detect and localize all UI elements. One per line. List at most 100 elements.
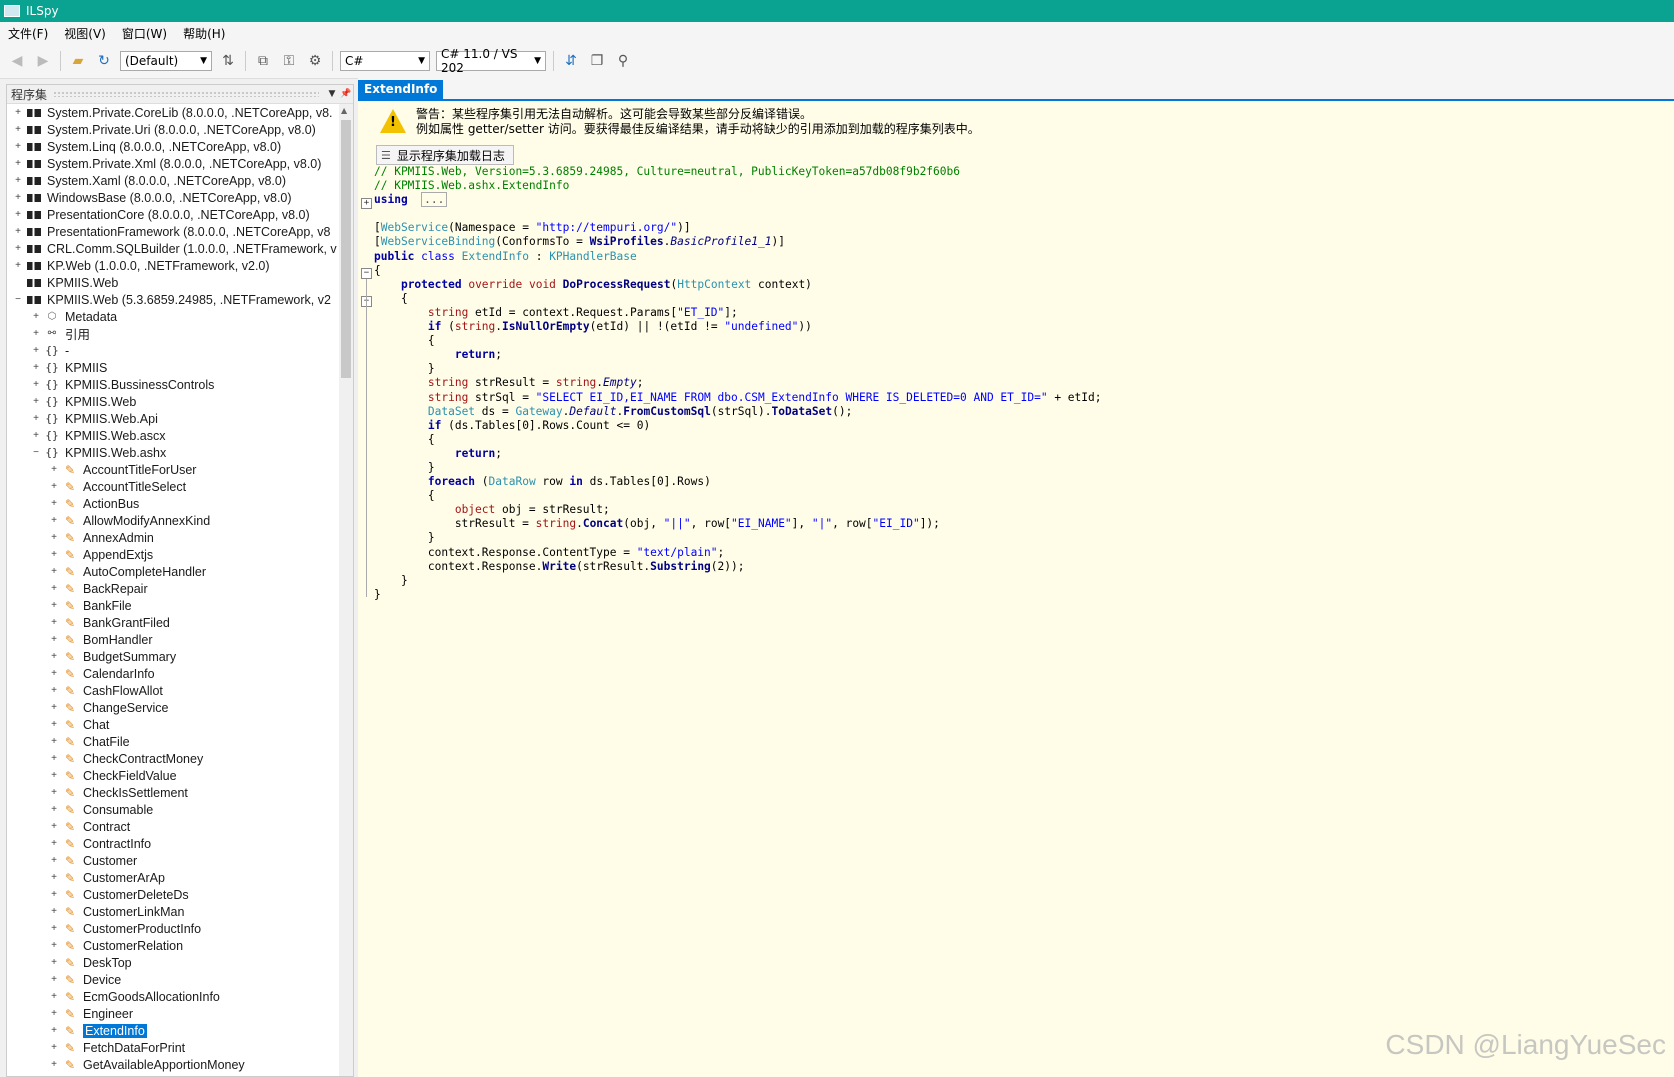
expand-icon[interactable]: + [49,991,59,1002]
expand-icon[interactable]: + [49,872,59,883]
tree-item[interactable]: + ✎ CustomerRelation [7,937,337,954]
tree-item[interactable]: + ✎ CustomerArAp [7,869,337,886]
tree-item[interactable]: + System.Xaml (8.0.0.0, .NETCoreApp, v8.0… [7,172,337,189]
tree-item[interactable]: + System.Private.CoreLib (8.0.0.0, .NETCo… [7,104,337,121]
expand-icon[interactable]: + [49,804,59,815]
tree-item[interactable]: + {} KPMIIS.Web [7,393,337,410]
tree-item[interactable]: + ✎ AnnexAdmin [7,529,337,546]
tree-item[interactable]: + ✎ ChangeService [7,699,337,716]
tree-item[interactable]: + PresentationCore (8.0.0.0, .NETCoreApp,… [7,206,337,223]
tree-item[interactable]: − KPMIIS.Web (5.3.6859.24985, .NETFramewo… [7,291,337,308]
expand-icon[interactable]: + [13,209,23,220]
tree-item[interactable]: + ✎ Consumable [7,801,337,818]
scrollbar-thumb[interactable] [341,120,351,378]
tree-item[interactable]: + ✎ BudgetSummary [7,648,337,665]
pin-icon[interactable]: 📌 [339,89,353,99]
tree-item[interactable]: + System.Linq (8.0.0.0, .NETCoreApp, v8.0… [7,138,337,155]
expand-icon[interactable]: + [13,226,23,237]
tree-item[interactable]: + ✎ Chat [7,716,337,733]
refresh-icon[interactable]: ↻ [93,50,115,72]
expand-icon[interactable]: + [49,974,59,985]
tree-item[interactable]: + ✎ CashFlowAllot [7,682,337,699]
expand-icon[interactable]: + [49,532,59,543]
tree-item[interactable]: + ✎ GetAvailableApportionMoney [7,1056,337,1073]
expand-icon[interactable]: + [13,260,23,271]
tree-item[interactable]: + ✎ BomHandler [7,631,337,648]
expand-icon[interactable]: + [49,838,59,849]
expand-icon[interactable]: + [13,141,23,152]
expand-icon[interactable]: + [49,1008,59,1019]
tree-item[interactable]: + WindowsBase (8.0.0.0, .NETCoreApp, v8.0… [7,189,337,206]
expand-icon[interactable]: + [49,957,59,968]
expand-icon[interactable]: + [31,345,41,356]
tree-item[interactable]: + ✎ AppendExtjs [7,546,337,563]
show-private-icon[interactable]: ⚿ [278,50,300,72]
expand-icon[interactable]: + [49,634,59,645]
expand-icon[interactable]: + [13,107,23,118]
expand-icon[interactable]: + [49,600,59,611]
new-window-icon[interactable]: ❐ [586,50,608,72]
expand-icon[interactable]: + [49,736,59,747]
expand-icon[interactable]: + [31,328,41,339]
expand-icon[interactable]: + [49,464,59,475]
code-view[interactable]: ! 警告：某些程序集引用无法自动解析。这可能会导致某些部分反编译错误。 例如属性… [358,101,1674,1077]
tree-item[interactable]: + {} KPMIIS.Web.ascx [7,427,337,444]
expand-icon[interactable]: + [49,617,59,628]
search-icon[interactable]: ⚲ [612,50,634,72]
tree-item[interactable]: + ✎ DeskTop [7,954,337,971]
expand-icon[interactable]: + [49,685,59,696]
tab-extendinfo[interactable]: ExtendInfo [358,80,444,99]
tree-item[interactable]: + PresentationFramework (8.0.0.0, .NETCor… [7,223,337,240]
tree-item[interactable]: + {} KPMIIS.BussinessControls [7,376,337,393]
expand-icon[interactable]: + [31,430,41,441]
tree-item[interactable]: + KP.Web (1.0.0.0, .NETFramework, v2.0) [7,257,337,274]
expand-icon[interactable]: + [49,583,59,594]
tree-item[interactable]: + {} - [7,342,337,359]
expand-icon[interactable]: + [31,311,41,322]
fold-using-icon[interactable]: + [361,198,372,209]
expand-icon[interactable]: + [49,821,59,832]
expand-icon[interactable]: + [49,1059,59,1070]
collapse-icon[interactable]: − [13,294,23,305]
code-editor[interactable]: // KPMIIS.Web, Version=5.3.6859.24985, C… [374,165,1101,602]
tree-item[interactable]: + CRL.Comm.SQLBuilder (1.0.0.0, .NETFrame… [7,240,337,257]
tree-item[interactable]: + ✎ CustomerDeleteDs [7,886,337,903]
expand-icon[interactable]: + [13,124,23,135]
tree-item[interactable]: + ✎ ActionBus [7,495,337,512]
language-version-select[interactable]: C# 11.0 / VS 202 ▼ [436,47,546,75]
panel-grip[interactable] [53,91,319,97]
expand-icon[interactable]: + [49,940,59,951]
tree-item[interactable]: + ✎ CheckContractMoney [7,750,337,767]
expand-icon[interactable]: + [49,651,59,662]
tree-item[interactable]: + ✎ CheckIsSettlement [7,784,337,801]
show-load-log-button[interactable]: ☰ 显示程序集加载日志 [376,145,514,165]
expand-icon[interactable]: + [49,566,59,577]
menu-file[interactable]: 文件(F) [0,25,56,42]
profile-select[interactable]: (Default) ▼ [120,51,212,71]
manage-lists-icon[interactable]: ⇅ [217,50,239,72]
expand-icon[interactable]: + [49,770,59,781]
menu-help[interactable]: 帮助(H) [175,25,233,42]
tree-item[interactable]: + ⚯ 引用 [7,325,337,342]
tree-item[interactable]: + ✎ AllowModifyAnnexKind [7,512,337,529]
expand-icon[interactable]: + [31,413,41,424]
tree-item[interactable]: + ✎ ExtendInfo [7,1022,337,1039]
tree-item[interactable]: KPMIIS.Web [7,274,337,291]
expand-icon[interactable]: + [49,498,59,509]
expand-icon[interactable]: + [49,549,59,560]
tree-item[interactable]: + ✎ Engineer [7,1005,337,1022]
tree-item[interactable]: −{} KPMIIS.Web.ashx [7,444,337,461]
tree-item[interactable]: + ✎ ContractInfo [7,835,337,852]
open-folder-icon[interactable]: ▰ [67,50,89,72]
tree-item[interactable]: + ✎ AccountTitleForUser [7,461,337,478]
tree-item[interactable]: + ✎ CustomerLinkMan [7,903,337,920]
tree-item[interactable]: + ✎ ChatFile [7,733,337,750]
tree-item[interactable]: + {} KPMIIS [7,359,337,376]
scroll-up-icon[interactable]: ▲ [341,106,347,115]
expand-icon[interactable]: + [49,1042,59,1053]
panel-menu-icon[interactable]: ▼ [325,89,339,99]
expand-icon[interactable]: + [13,192,23,203]
expand-icon[interactable]: + [31,362,41,373]
forward-icon[interactable]: ▶ [32,50,54,72]
collapse-all-icon[interactable]: ⧉ [252,50,274,72]
